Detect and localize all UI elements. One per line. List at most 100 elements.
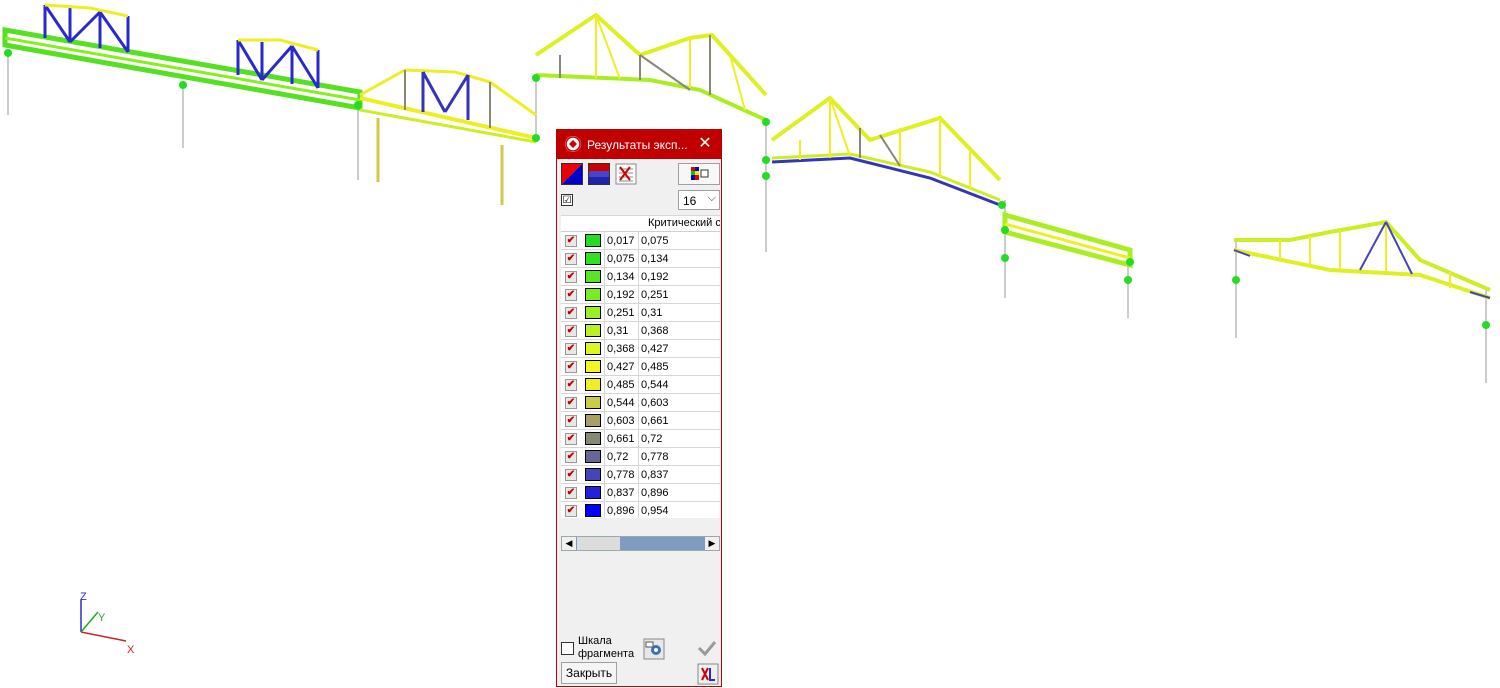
scroll-thumb[interactable]: [577, 537, 620, 550]
cell-divider: [638, 430, 639, 447]
cell-divider: [604, 376, 605, 393]
cell-divider: [638, 268, 639, 285]
color-swatch[interactable]: [585, 396, 601, 409]
palette-button[interactable]: [678, 163, 720, 185]
row-visible-checkbox[interactable]: ✔: [565, 415, 577, 427]
truss-5: [1002, 211, 1133, 269]
table-row[interactable]: ✔ 0,075 0,134: [561, 250, 720, 268]
row-visible-checkbox[interactable]: ✔: [565, 469, 577, 481]
color-swatch[interactable]: [585, 288, 601, 301]
model-viewport[interactable]: Z Y X: [0, 0, 1500, 688]
row-visible-checkbox[interactable]: ✔: [565, 487, 577, 499]
table-row[interactable]: ✔ 0,661 0,72: [561, 430, 720, 448]
gradient-button[interactable]: [588, 163, 610, 185]
table-row[interactable]: ✔ 0,368 0,427: [561, 340, 720, 358]
truss-6: [1233, 219, 1491, 300]
range-from: 0,017: [607, 235, 635, 247]
dialog-titlebar[interactable]: Результаты эксп... ✕: [557, 130, 721, 159]
exit-icon[interactable]: [697, 663, 719, 685]
color-swatch[interactable]: [585, 450, 601, 463]
range-from: 0,72: [607, 451, 629, 463]
cell-divider: [604, 484, 605, 501]
range-to: 0,896: [641, 487, 669, 499]
fragment-scale-checkbox[interactable]: [561, 642, 574, 655]
checkbox-check-icon: ☑: [562, 195, 572, 206]
range-from: 0,134: [607, 271, 635, 283]
color-swatch[interactable]: [585, 432, 601, 445]
color-swatch[interactable]: [585, 504, 601, 517]
color-swatch[interactable]: [585, 486, 601, 499]
range-from: 0,075: [607, 253, 635, 265]
color-swatch[interactable]: [585, 324, 601, 337]
table-row[interactable]: ✔ 0,837 0,896: [561, 484, 720, 502]
color-swatch[interactable]: [585, 234, 601, 247]
cell-divider: [638, 340, 639, 357]
range-from: 0,544: [607, 397, 635, 409]
intervals-count-select[interactable]: 16 ⌵: [678, 190, 720, 210]
range-to: 0,485: [641, 361, 669, 373]
row-visible-checkbox[interactable]: ✔: [565, 271, 577, 283]
color-swatch[interactable]: [585, 252, 601, 265]
table-row[interactable]: ✔ 0,192 0,251: [561, 286, 720, 304]
table-options-icon[interactable]: [615, 163, 637, 185]
table-row[interactable]: ✔ 0,017 0,075: [561, 232, 720, 250]
row-visible-checkbox[interactable]: ✔: [565, 235, 577, 247]
scale-table: Критический с ✔ 0,017 0,075 ✔ 0,075 0,134 ✔ 0,1…: [561, 215, 720, 518]
table-row[interactable]: ✔ 0,72 0,778: [561, 448, 720, 466]
range-from: 0,661: [607, 433, 635, 445]
support-nodes: [4, 49, 1490, 329]
table-row[interactable]: ✔ 0,427 0,485: [561, 358, 720, 376]
close-icon[interactable]: ✕: [695, 134, 715, 154]
row-visible-checkbox[interactable]: ✔: [565, 289, 577, 301]
color-swatch[interactable]: [585, 378, 601, 391]
apply-check-icon[interactable]: [696, 637, 718, 659]
row-visible-checkbox[interactable]: ✔: [565, 397, 577, 409]
table-row[interactable]: ✔ 0,603 0,661: [561, 412, 720, 430]
table-row[interactable]: ✔ 0,896 0,954: [561, 502, 720, 518]
cell-divider: [638, 466, 639, 483]
table-row[interactable]: ✔ 0,251 0,31: [561, 304, 720, 322]
table-row[interactable]: ✔ 0,778 0,837: [561, 466, 720, 484]
range-to: 0,544: [641, 379, 669, 391]
color-swatch[interactable]: [585, 414, 601, 427]
table-row[interactable]: ✔ 0,544 0,603: [561, 394, 720, 412]
row-visible-checkbox[interactable]: ✔: [565, 361, 577, 373]
cell-divider: [604, 358, 605, 375]
row-visible-checkbox[interactable]: ✔: [565, 505, 577, 517]
cell-divider: [638, 250, 639, 267]
intervals-count-value: 16: [683, 194, 697, 208]
row-visible-checkbox[interactable]: ✔: [565, 379, 577, 391]
row-visible-checkbox[interactable]: ✔: [565, 325, 577, 337]
color-mode-button[interactable]: [561, 163, 583, 185]
cell-divider: [604, 340, 605, 357]
range-to: 0,954: [641, 505, 669, 517]
row-visible-checkbox[interactable]: ✔: [565, 451, 577, 463]
range-from: 0,837: [607, 487, 635, 499]
cell-divider: [604, 250, 605, 267]
scroll-right-icon[interactable]: ▶: [705, 537, 719, 550]
color-swatch[interactable]: [585, 306, 601, 319]
cell-divider: [604, 430, 605, 447]
range-from: 0,427: [607, 361, 635, 373]
range-to: 0,778: [641, 451, 669, 463]
row-visible-checkbox[interactable]: ✔: [565, 343, 577, 355]
row-visible-checkbox[interactable]: ✔: [565, 433, 577, 445]
color-swatch[interactable]: [585, 468, 601, 481]
table-row[interactable]: ✔ 0,485 0,544: [561, 376, 720, 394]
range-from: 0,896: [607, 505, 635, 517]
scroll-left-icon[interactable]: ◀: [562, 537, 576, 550]
color-swatch[interactable]: [585, 270, 601, 283]
table-header: Критический с: [561, 216, 720, 232]
table-row[interactable]: ✔ 0,31 0,368: [561, 322, 720, 340]
close-button[interactable]: Закрыть: [561, 662, 617, 684]
row-visible-checkbox[interactable]: ✔: [565, 253, 577, 265]
show-all-checkbox[interactable]: ☑: [561, 194, 573, 206]
fragment-scale-label-2: фрагмента: [578, 648, 635, 660]
row-visible-checkbox[interactable]: ✔: [565, 307, 577, 319]
cell-divider: [604, 466, 605, 483]
color-swatch[interactable]: [585, 360, 601, 373]
horizontal-scrollbar[interactable]: ◀ ▶: [561, 536, 720, 551]
scale-settings-icon[interactable]: [643, 638, 665, 660]
table-row[interactable]: ✔ 0,134 0,192: [561, 268, 720, 286]
color-swatch[interactable]: [585, 342, 601, 355]
